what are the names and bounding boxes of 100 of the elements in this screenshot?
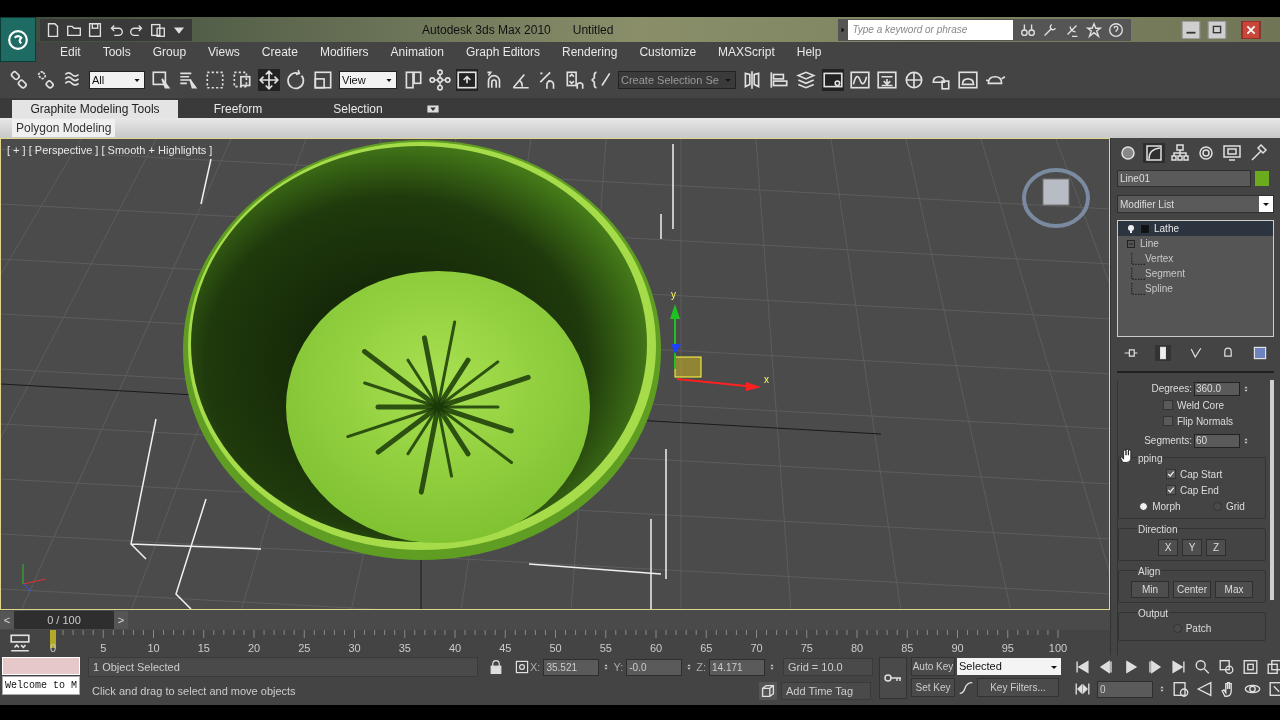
rotate-icon[interactable] — [285, 69, 307, 91]
align-icon[interactable] — [768, 69, 790, 91]
select-object-icon[interactable] — [150, 69, 172, 91]
checkbox[interactable] — [1163, 416, 1173, 426]
rectangle-selection-icon[interactable] — [204, 69, 226, 91]
spinner-snap-icon[interactable] — [564, 69, 586, 91]
maxscript-listener-field[interactable]: Welcome to M — [2, 676, 80, 695]
checkbox[interactable] — [1166, 485, 1176, 495]
go-to-start-icon[interactable] — [1073, 658, 1092, 676]
add-time-tag-field[interactable]: Add Time Tag — [781, 682, 871, 700]
stack-sub-item[interactable]: Spline — [1145, 281, 1173, 296]
keyboard-shortcut-icon[interactable] — [456, 69, 478, 91]
star-icon[interactable] — [1085, 20, 1104, 39]
lock-icon[interactable] — [488, 659, 504, 675]
axis-button[interactable]: Max — [1215, 581, 1253, 598]
light-bulb-icon[interactable] — [1126, 222, 1136, 235]
coordinate-field[interactable]: -0.0 — [626, 658, 683, 676]
app-menu-button[interactable] — [0, 17, 36, 62]
show-end-result-icon[interactable] — [1155, 345, 1172, 361]
manipulate-icon[interactable] — [429, 69, 451, 91]
menu-item[interactable]: Graph Editors — [455, 43, 550, 61]
checkbox[interactable] — [1166, 469, 1176, 479]
curve-editor-toggle-icon[interactable] — [8, 631, 32, 654]
material-editor-icon[interactable] — [903, 69, 925, 91]
save-icon[interactable] — [86, 20, 104, 39]
time-slider-track[interactable]: < 0 / 100 > — [0, 611, 1110, 629]
next-frame-button[interactable]: > — [114, 611, 128, 629]
axis-button[interactable]: Center — [1173, 581, 1211, 598]
key-mode-dropdown[interactable]: Selected — [957, 658, 1061, 675]
ribbon-panel-label[interactable]: Polygon Modeling — [12, 119, 116, 137]
curve-editor-icon[interactable] — [849, 69, 871, 91]
stack-item[interactable]: Line — [1118, 236, 1273, 251]
axis-button[interactable]: Z — [1206, 539, 1226, 556]
named-selection-dropdown[interactable]: Create Selection Se — [618, 71, 736, 89]
time-slider-thumb[interactable]: < 0 / 100 > — [0, 611, 128, 629]
menu-item[interactable]: Modifiers — [309, 43, 379, 61]
modifier-list-dropdown[interactable]: Modifier List — [1117, 195, 1274, 213]
previous-frame-button[interactable]: < — [0, 611, 14, 629]
coordinate-field[interactable]: 35.521 — [543, 658, 600, 676]
restore-icon[interactable] — [1204, 20, 1230, 39]
schematic-view-icon[interactable] — [876, 69, 898, 91]
menu-item[interactable]: Rendering — [552, 43, 628, 61]
reference-coordinate-dropdown[interactable]: View — [339, 71, 397, 89]
field-of-view-icon[interactable] — [1195, 680, 1214, 698]
menu-item[interactable]: MAXScript — [708, 43, 785, 61]
numeric-field[interactable]: 60 — [1194, 433, 1240, 448]
rendered-frame-icon[interactable] — [957, 69, 979, 91]
key-filters-button[interactable]: Key Filters... — [977, 678, 1059, 697]
checkbox-label[interactable]: Cap Start — [1180, 466, 1223, 482]
current-frame-field[interactable]: 0 — [1097, 680, 1153, 698]
zoom-extents-icon[interactable] — [1241, 658, 1260, 676]
radio-label[interactable]: Grid — [1225, 499, 1245, 514]
object-name-field[interactable]: Line01 — [1117, 170, 1251, 187]
named-selection-edit-icon[interactable] — [591, 69, 613, 91]
viewport[interactable]: [ + ] [ Perspective ] [ Smooth + Highlights ] x y — [0, 138, 1110, 610]
viewcube-icon[interactable] — [1022, 168, 1090, 228]
scrollbar-thumb[interactable] — [1270, 380, 1274, 600]
stack-sub-item[interactable]: Vertex — [1145, 251, 1174, 266]
time-configuration-icon[interactable] — [1171, 680, 1190, 698]
unlink-icon[interactable] — [35, 69, 57, 91]
menu-item[interactable]: Group — [142, 43, 197, 61]
modify-arc-icon[interactable] — [1143, 143, 1165, 163]
scene-explorer-icon[interactable] — [822, 69, 844, 91]
set-key-button[interactable]: Set Key — [911, 678, 955, 697]
scale-icon[interactable] — [312, 69, 334, 91]
menu-item[interactable]: Tools — [92, 43, 141, 61]
radio-label[interactable]: Morph — [1152, 499, 1181, 514]
transform-gizmo[interactable] — [670, 304, 761, 391]
time-tag-icon[interactable] — [759, 682, 777, 700]
coordinate-field[interactable]: 14.171 — [709, 658, 765, 676]
viewport-label[interactable]: [ + ] [ Perspective ] [ Smooth + Highlights ] — [7, 142, 213, 159]
zoom-extents-all-icon[interactable] — [1265, 658, 1280, 676]
display-monitor-icon[interactable] — [1221, 143, 1243, 163]
menu-item[interactable]: Views — [198, 43, 250, 61]
checkbox-label[interactable]: Cap End — [1180, 482, 1219, 498]
axis-button[interactable]: X — [1158, 539, 1178, 556]
zoom-icon[interactable] — [1193, 658, 1212, 676]
numeric-field[interactable]: 360.0 — [1194, 381, 1240, 396]
search-field[interactable]: Type a keyword or phrase — [848, 19, 1014, 40]
app-logo-icon[interactable] — [7, 28, 29, 51]
stack-item[interactable]: Lathe — [1118, 221, 1273, 236]
menu-item[interactable]: Animation — [380, 43, 454, 61]
hierarchy-icon[interactable] — [1169, 143, 1191, 163]
radio-label[interactable]: Patch — [1185, 621, 1212, 636]
ribbon-tab[interactable]: Freeform — [178, 100, 298, 118]
radio-button[interactable] — [1139, 502, 1149, 511]
menu-item[interactable]: Create — [251, 43, 308, 61]
go-to-end-icon[interactable] — [1169, 658, 1188, 676]
modifier-stack[interactable]: Lathe Line Vertex Segment Spline — [1117, 220, 1274, 337]
link-icon[interactable] — [8, 69, 30, 91]
auto-key-button[interactable]: Auto Key — [911, 657, 955, 676]
move-icon[interactable] — [258, 69, 280, 91]
ribbon-tab[interactable]: Selection — [298, 100, 418, 118]
menu-item[interactable]: Customize — [629, 43, 707, 61]
checkbox[interactable] — [1163, 400, 1173, 410]
configure-sets-icon[interactable] — [1252, 345, 1268, 361]
set-keys-button[interactable] — [879, 657, 907, 699]
layers-icon[interactable] — [795, 69, 817, 91]
stack-sub-item[interactable]: Segment — [1145, 266, 1186, 281]
zoom-all-icon[interactable] — [1217, 658, 1236, 676]
